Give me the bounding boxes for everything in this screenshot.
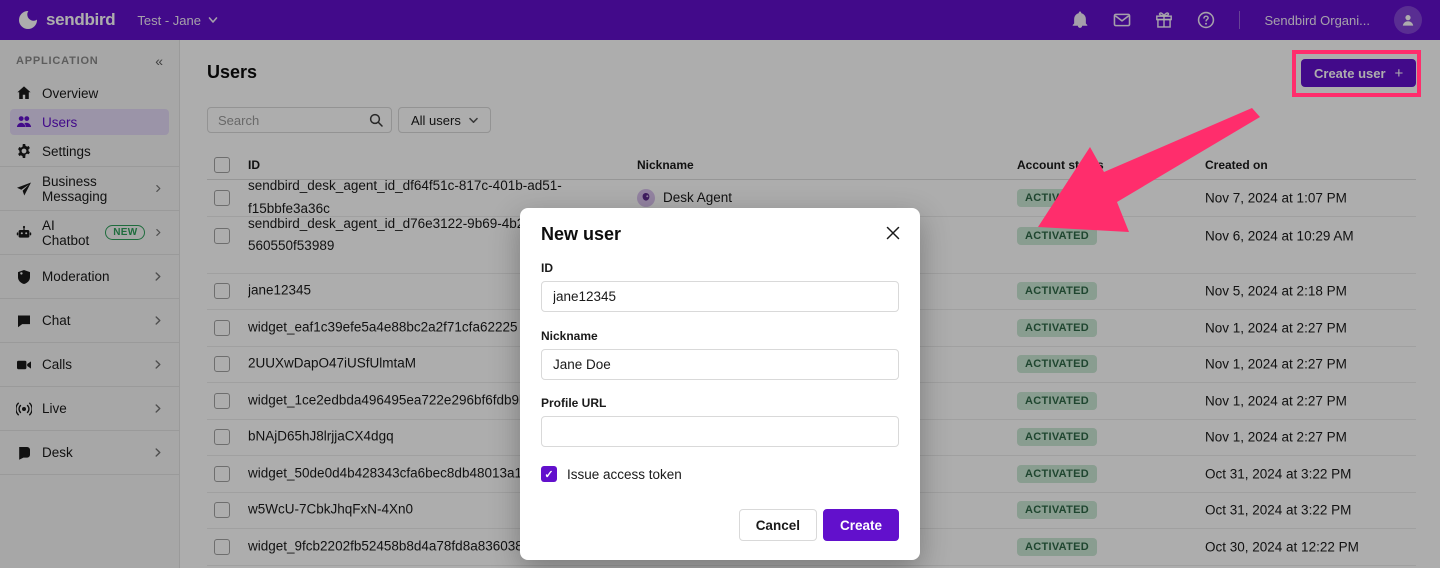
nickname-field-label: Nickname — [541, 329, 899, 343]
id-field-label: ID — [541, 261, 899, 275]
profile-url-field-label: Profile URL — [541, 396, 899, 410]
nickname-field[interactable] — [541, 349, 899, 380]
id-field[interactable] — [541, 281, 899, 312]
cancel-button[interactable]: Cancel — [739, 509, 817, 541]
modal-title: New user — [541, 224, 621, 245]
issue-access-token-checkbox-row[interactable]: ✓ Issue access token — [541, 466, 682, 482]
new-user-modal: New user ID Nickname Profile URL ✓ Issue… — [520, 208, 920, 560]
nickname-field-group: Nickname — [541, 329, 899, 380]
profile-url-field[interactable] — [541, 416, 899, 447]
create-button[interactable]: Create — [823, 509, 899, 541]
id-field-group: ID — [541, 261, 899, 312]
checked-checkbox-icon[interactable]: ✓ — [541, 466, 557, 482]
profile-url-field-group: Profile URL — [541, 396, 899, 447]
close-icon[interactable] — [884, 224, 902, 242]
checkbox-label: Issue access token — [567, 467, 682, 482]
sendbird-dashboard: sendbird Test - Jane — [0, 0, 1440, 568]
